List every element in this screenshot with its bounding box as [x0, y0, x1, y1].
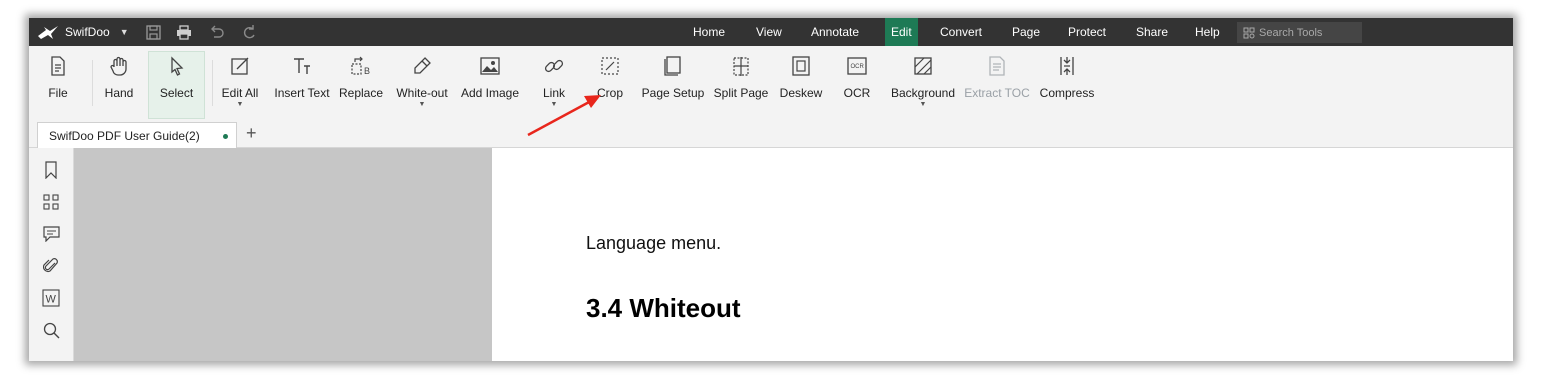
compress-icon	[1060, 57, 1074, 75]
ocr-icon: OCR	[847, 57, 867, 75]
page-heading: 3.4 Whiteout	[586, 293, 741, 323]
menu-view[interactable]: View	[756, 18, 782, 46]
extract-toc-label: Extract TOC	[964, 86, 1030, 100]
menu-home[interactable]: Home	[693, 18, 725, 46]
undo-icon[interactable]	[207, 22, 227, 42]
crop-label: Crop	[596, 86, 623, 100]
svg-text:OCR: OCR	[851, 64, 865, 70]
menu-annotate[interactable]: Annotate	[811, 18, 859, 46]
word-icon[interactable]: W	[41, 288, 61, 308]
hand-icon	[110, 56, 127, 76]
title-bar: SwifDoo ▼ Home View Annotate Edit Conver…	[29, 18, 1513, 46]
link-icon	[544, 59, 564, 73]
menu-page[interactable]: Page	[1012, 18, 1040, 46]
chevron-down-icon[interactable]: ▼	[551, 101, 558, 108]
deskew-label: Deskew	[779, 86, 823, 100]
swifdoo-logo-icon	[38, 26, 58, 39]
chevron-down-icon[interactable]: ▼	[920, 101, 927, 108]
pdf-page[interactable]: Language menu. 3.4 Whiteout	[492, 148, 1513, 361]
insert-text-icon	[294, 58, 310, 74]
left-sidebar: W	[29, 148, 74, 361]
svg-text:W: W	[46, 294, 57, 306]
split-page-label: Split Page	[713, 86, 769, 100]
ribbon-divider	[92, 60, 93, 106]
svg-text:B: B	[364, 66, 370, 76]
ribbon-divider	[212, 60, 213, 106]
split-page-icon	[733, 57, 749, 76]
page-setup-button[interactable]: Page Setup	[642, 52, 704, 116]
attachment-icon[interactable]	[41, 256, 61, 276]
replace-button[interactable]: B Replace	[338, 52, 384, 116]
menu-edit[interactable]: Edit	[885, 18, 918, 46]
ocr-label: OCR	[843, 86, 871, 100]
edit-ribbon: File Hand Select Edit All ▼ Insert Text …	[29, 46, 1513, 120]
print-icon[interactable]	[174, 22, 194, 42]
chevron-down-icon: ▼	[119, 27, 129, 37]
replace-icon: B	[351, 56, 370, 76]
compress-label: Compress	[1039, 86, 1095, 100]
save-icon[interactable]	[143, 22, 163, 42]
document-tab-bar: SwifDoo PDF User Guide(2) +	[29, 120, 1513, 148]
select-label: Select	[159, 86, 194, 100]
chevron-down-icon[interactable]: ▼	[237, 101, 244, 108]
ocr-button[interactable]: OCR OCR	[842, 52, 872, 116]
link-label: Link	[542, 86, 565, 100]
crop-icon	[601, 57, 619, 75]
deskew-button[interactable]: Deskew	[779, 52, 823, 116]
crop-button[interactable]: Crop	[593, 52, 627, 116]
select-button[interactable]: Select	[148, 51, 205, 119]
page-body-text: Language menu.	[586, 233, 722, 253]
background-icon	[914, 57, 932, 75]
search-tools-input[interactable]: Search Tools	[1237, 22, 1362, 43]
white-out-button[interactable]: White-out ▼	[395, 52, 449, 116]
app-window: SwifDoo ▼ Home View Annotate Edit Conver…	[29, 18, 1513, 361]
app-menu-button[interactable]: SwifDoo ▼	[37, 18, 129, 46]
replace-label: Replace	[338, 86, 384, 100]
search-placeholder: Search Tools	[1259, 26, 1323, 39]
white-out-label: White-out	[396, 86, 448, 100]
thumbnails-icon[interactable]	[41, 192, 61, 212]
eraser-icon	[414, 57, 431, 74]
menu-help[interactable]: Help	[1195, 18, 1220, 46]
cursor-icon	[170, 56, 183, 76]
image-icon	[480, 57, 500, 75]
page-setup-label: Page Setup	[641, 86, 705, 100]
background-label: Background	[890, 86, 956, 100]
comment-icon[interactable]	[41, 224, 61, 244]
add-image-button[interactable]: Add Image	[461, 52, 519, 116]
compress-button[interactable]: Compress	[1039, 52, 1095, 116]
add-tab-button[interactable]: +	[246, 123, 257, 143]
edit-all-icon	[231, 57, 249, 75]
deskew-icon	[792, 56, 810, 76]
redo-icon[interactable]	[239, 22, 259, 42]
background-button[interactable]: Background ▼	[890, 52, 956, 116]
search-icon[interactable]	[41, 320, 61, 340]
chevron-down-icon[interactable]: ▼	[419, 101, 426, 108]
edit-all-label: Edit All	[221, 86, 259, 100]
document-tab-title: SwifDoo PDF User Guide(2)	[49, 128, 200, 143]
edit-all-button[interactable]: Edit All ▼	[219, 52, 261, 116]
bookmark-icon[interactable]	[41, 160, 61, 180]
file-icon	[51, 56, 65, 76]
extract-toc-icon	[989, 56, 1005, 76]
menu-share[interactable]: Share	[1136, 18, 1168, 46]
link-button[interactable]: Link ▼	[539, 52, 569, 116]
add-image-label: Add Image	[460, 86, 520, 100]
unsaved-indicator	[223, 134, 228, 139]
menu-convert[interactable]: Convert	[940, 18, 982, 46]
document-tab[interactable]: SwifDoo PDF User Guide(2)	[37, 122, 237, 148]
extract-toc-button[interactable]: Extract TOC	[964, 52, 1030, 116]
page-setup-icon	[664, 56, 681, 76]
search-tools-icon	[1243, 27, 1255, 38]
insert-text-label: Insert Text	[274, 86, 330, 100]
insert-text-button[interactable]: Insert Text	[274, 52, 330, 116]
hand-button[interactable]: Hand	[100, 52, 138, 116]
hand-label: Hand	[104, 86, 134, 100]
file-button[interactable]: File	[43, 52, 73, 116]
file-label: File	[48, 86, 68, 100]
split-page-button[interactable]: Split Page	[714, 52, 768, 116]
viewer-background	[74, 148, 492, 361]
app-name: SwifDoo	[65, 25, 110, 39]
menu-protect[interactable]: Protect	[1068, 18, 1106, 46]
